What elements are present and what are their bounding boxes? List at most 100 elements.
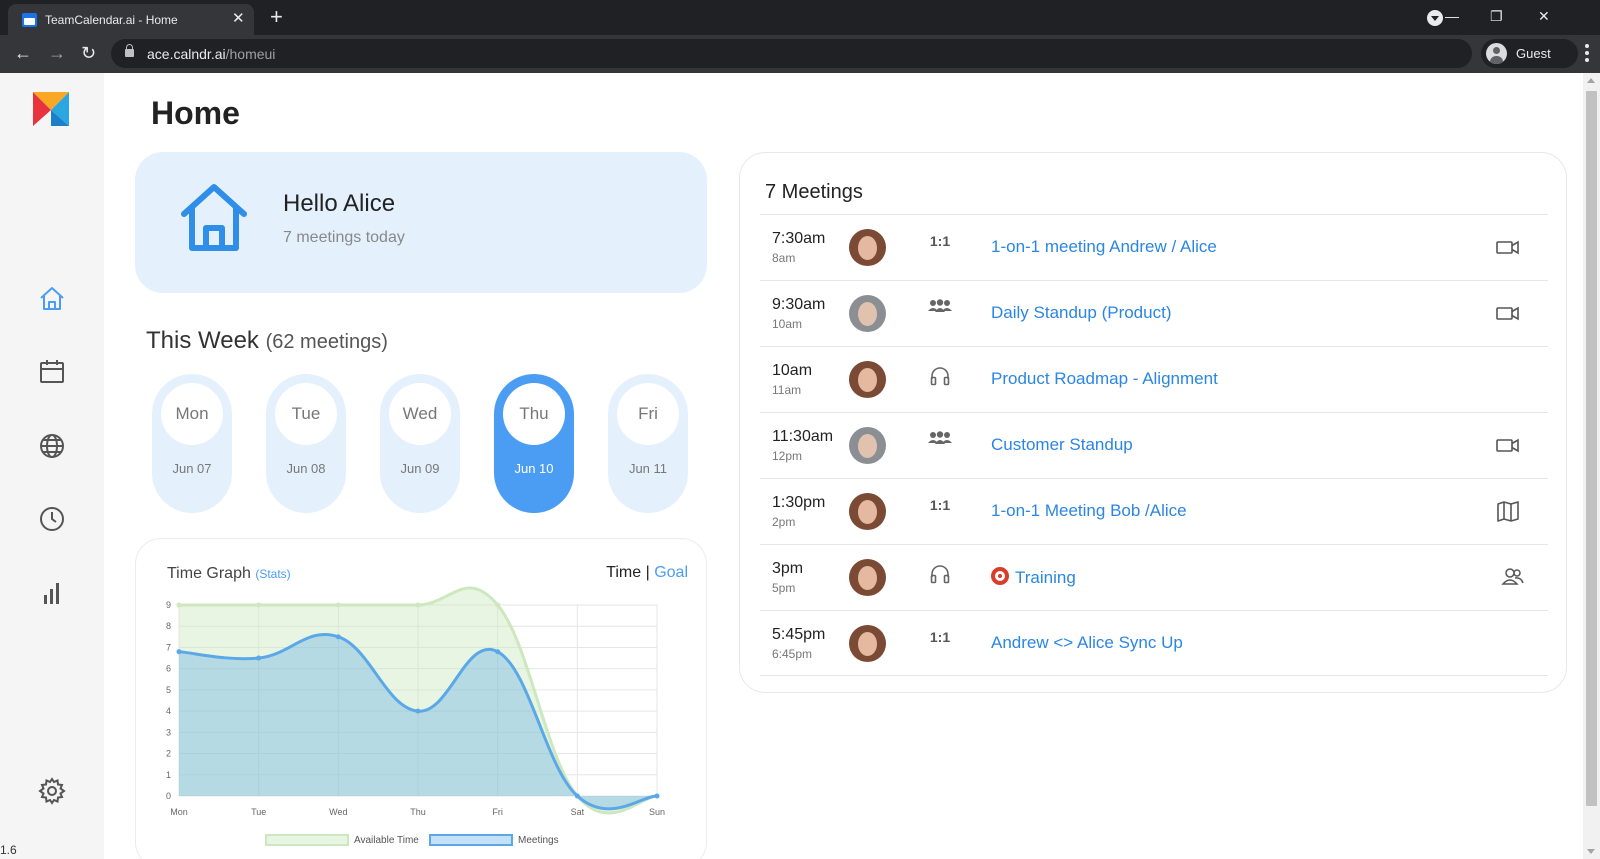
meeting-type-label: 1:1 (929, 233, 951, 249)
attendee-avatar[interactable] (849, 625, 886, 662)
page-scrollbar[interactable] (1583, 73, 1600, 859)
meeting-title: Product Roadmap - Alignment (991, 369, 1218, 388)
new-tab-button[interactable]: + (270, 4, 283, 30)
scrollbar-thumb[interactable] (1586, 91, 1597, 806)
meeting-row[interactable]: 3pm 5pm Training (760, 544, 1548, 610)
meeting-title: Daily Standup (Product) (991, 303, 1172, 322)
close-window-button[interactable]: ✕ (1538, 6, 1550, 26)
day-pill-tue[interactable]: Tue Jun 08 (266, 374, 346, 513)
globe-icon[interactable] (37, 431, 67, 461)
attendee-avatar[interactable] (849, 229, 886, 266)
video-icon[interactable] (1495, 300, 1521, 326)
meeting-title-link[interactable]: Customer Standup (991, 435, 1133, 455)
data-point (335, 634, 341, 640)
video-icon[interactable] (1495, 234, 1521, 260)
meeting-title-link[interactable]: Daily Standup (Product) (991, 303, 1171, 323)
tab-close-icon[interactable]: ✕ (232, 9, 245, 29)
meeting-end-time: 5pm (772, 581, 796, 595)
group-icon (920, 299, 960, 316)
day-date: Jun 10 (514, 461, 554, 476)
y-tick-label: 7 (166, 642, 171, 652)
map-icon[interactable] (1495, 498, 1521, 524)
x-tick-label: Wed (329, 807, 347, 817)
meeting-end-time: 8am (772, 251, 796, 265)
bar-chart-icon[interactable] (37, 578, 67, 608)
meetings-card: 7 Meetings 7:30am 8am 1:1 1-on-1 meeting An… (739, 152, 1567, 693)
legend-label: Available Time (354, 835, 419, 846)
day-pill-wed[interactable]: Wed Jun 09 (380, 374, 460, 513)
time-graph-card: Time Graph (Stats) Time | Goal 012345678… (135, 538, 707, 859)
meeting-end-time: 12pm (772, 449, 803, 463)
meeting-start-time: 3pm (772, 560, 804, 577)
y-tick-label: 3 (166, 727, 171, 737)
house-icon (179, 182, 249, 254)
meeting-type-label: 1:1 (929, 497, 951, 513)
avatar-icon (1486, 43, 1507, 64)
meeting-row[interactable]: 10am 11am Product Roadmap - Alignment (760, 346, 1548, 412)
browser-tabbar: TeamCalendar.ai - Home ✕ + — ❐ ✕ (0, 0, 1600, 35)
url-text: ace.calndr.ai/homeui (147, 46, 275, 62)
profile-button[interactable]: Guest (1481, 39, 1578, 68)
browser-menu-icon[interactable] (1585, 44, 1589, 62)
tab-title: TeamCalendar.ai - Home (45, 13, 178, 27)
greeting-subtitle: 7 meetings today (283, 229, 405, 246)
greeting-card: Hello Alice 7 meetings today (135, 152, 707, 293)
meeting-title: Customer Standup (991, 435, 1133, 454)
day-pill-thu[interactable]: Thu Jun 10 (494, 374, 574, 513)
url-path: /homeui (225, 46, 276, 62)
attendee-avatar[interactable] (849, 427, 886, 464)
clock-icon[interactable] (37, 504, 67, 534)
scroll-up-arrow-icon[interactable] (1587, 78, 1595, 83)
meeting-row[interactable]: 5:45pm 6:45pm 1:1 Andrew <> Alice Sync Up (760, 610, 1548, 676)
reload-button[interactable]: ↻ (81, 40, 96, 66)
day-pill-mon[interactable]: Mon Jun 07 (152, 374, 232, 513)
meeting-row[interactable]: 7:30am 8am 1:1 1-on-1 meeting Andrew / Alic… (760, 214, 1548, 280)
meeting-title-link[interactable]: Andrew <> Alice Sync Up (991, 633, 1183, 653)
data-point (495, 649, 501, 655)
meeting-title-link[interactable]: 1-on-1 meeting Andrew / Alice (991, 237, 1217, 257)
meeting-title-link[interactable]: 1-on-1 Meeting Bob /Alice (991, 501, 1187, 521)
y-tick-label: 9 (166, 600, 171, 610)
target-emoji-icon (991, 567, 1009, 585)
data-point (495, 602, 501, 608)
calendar-icon[interactable] (37, 357, 67, 387)
address-bar[interactable]: ace.calndr.ai/homeui (111, 39, 1472, 68)
group-icon (920, 431, 960, 448)
forward-button[interactable]: → (48, 40, 66, 66)
meeting-row[interactable]: 1:30pm 2pm 1:1 1-on-1 Meeting Bob /Alice (760, 478, 1548, 544)
day-name: Thu (503, 383, 565, 445)
meeting-start-time: 7:30am (772, 230, 826, 247)
day-pill-fri[interactable]: Fri Jun 11 (608, 374, 688, 513)
restore-button[interactable]: ❐ (1490, 6, 1503, 26)
app-logo[interactable] (31, 88, 71, 128)
attendee-avatar[interactable] (849, 559, 886, 596)
meeting-title-link[interactable]: Product Roadmap - Alignment (991, 369, 1218, 389)
video-icon[interactable] (1495, 432, 1521, 458)
x-tick-label: Sat (571, 807, 585, 817)
y-tick-label: 0 (166, 791, 171, 801)
attendee-avatar[interactable] (849, 361, 886, 398)
browser-tab[interactable]: TeamCalendar.ai - Home ✕ (8, 4, 254, 35)
meeting-title: Andrew <> Alice Sync Up (991, 633, 1183, 652)
back-button[interactable]: ← (14, 40, 32, 66)
lock-icon[interactable] (125, 44, 134, 57)
day-name: Wed (389, 383, 451, 445)
x-tick-label: Thu (410, 807, 426, 817)
people-icon[interactable] (1500, 564, 1526, 590)
meeting-row[interactable]: 11:30am 12pm Customer Standup (760, 412, 1548, 478)
x-tick-label: Sun (649, 807, 665, 817)
tab-search-icon[interactable] (1427, 10, 1443, 26)
home-icon[interactable] (37, 284, 67, 314)
meeting-title-link[interactable]: Training (991, 567, 1076, 588)
attendee-avatar[interactable] (849, 493, 886, 530)
meeting-start-time: 11:30am (772, 428, 834, 445)
meeting-row[interactable]: 9:30am 10am Daily Standup (Product) (760, 280, 1548, 346)
scroll-down-arrow-icon[interactable] (1587, 849, 1595, 854)
attendee-avatar[interactable] (849, 295, 886, 332)
legend-swatch (429, 834, 513, 846)
gear-icon[interactable] (37, 776, 67, 806)
meeting-start-time: 1:30pm (772, 494, 826, 511)
minimize-button[interactable]: — (1445, 6, 1459, 26)
data-point (256, 655, 262, 661)
week-heading: This Week (62 meetings) (146, 327, 388, 355)
